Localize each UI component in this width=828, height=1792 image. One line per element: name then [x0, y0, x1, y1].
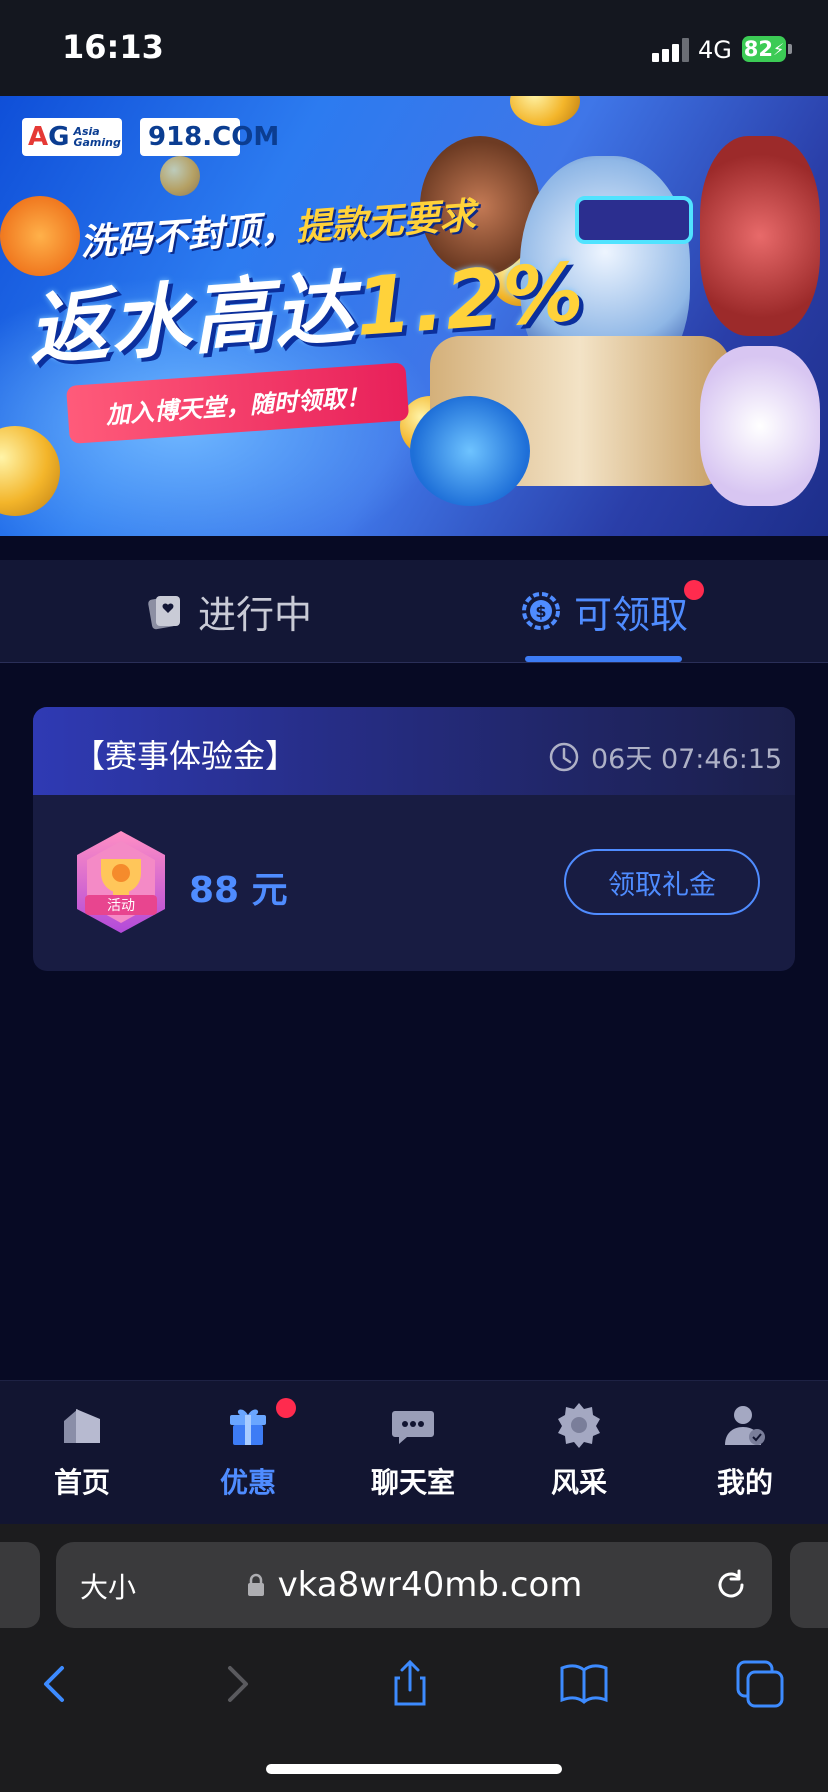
battery-level: 82 [743, 37, 773, 61]
url-display[interactable]: vka8wr40mb.com [56, 1542, 772, 1628]
address-bar[interactable]: 大小 vka8wr40mb.com [56, 1542, 772, 1628]
signal-icon [652, 38, 690, 62]
battery-cap [788, 44, 792, 54]
gift-icon [230, 1409, 266, 1445]
home-indicator [266, 1764, 562, 1774]
trophy-icon: 活动 [77, 831, 165, 933]
tab-claimable[interactable]: $ 可领取 [522, 560, 688, 662]
nav-home-label: 首页 [53, 1466, 110, 1499]
back-icon[interactable] [30, 1658, 82, 1710]
network-type: 4G [698, 36, 732, 64]
reward-amount: 88 元 [189, 870, 288, 911]
nav-promotions-label: 优惠 [219, 1466, 276, 1499]
tab-claimable-label: 可领取 [574, 592, 689, 637]
url-text: vka8wr40mb.com [277, 1565, 583, 1605]
badge-label: 活动 [107, 898, 135, 914]
ag-logo: A G Asia Gaming [22, 118, 122, 156]
dollar-chip-icon: $ [522, 592, 560, 630]
promo-banner[interactable]: A G Asia Gaming 918.COM 洗码不封顶，提款无要求 返水高达1.… [0, 96, 828, 536]
card-header: 【赛事体验金】 06天 07:46:15 [33, 707, 795, 795]
bottom-nav: 首页 优惠 聊天室 风采 我的 [0, 1380, 828, 1525]
claim-button[interactable]: 领取礼金 [564, 849, 760, 915]
bookmarks-icon[interactable] [558, 1658, 610, 1710]
battery-icon: 82 ⚡ [742, 36, 786, 62]
nav-home[interactable]: 首页 [22, 1401, 142, 1501]
promo-card: 【赛事体验金】 06天 07:46:15 活动 88 元 领取礼金 [33, 707, 795, 971]
nav-showcase[interactable]: 风采 [519, 1401, 639, 1501]
nav-chatroom-label: 聊天室 [370, 1466, 455, 1499]
reload-icon[interactable] [712, 1566, 750, 1604]
next-tab-peek[interactable] [790, 1542, 828, 1628]
active-tab-indicator [525, 656, 682, 662]
status-time: 16:13 [62, 28, 164, 66]
browser-toolbar: 大小 vka8wr40mb.com [0, 1524, 828, 1792]
nav-profile-label: 我的 [716, 1466, 773, 1499]
tabs-icon[interactable] [734, 1658, 786, 1710]
nav-showcase-label: 风采 [550, 1466, 607, 1499]
countdown-text: 06天 07:46:15 [591, 744, 783, 775]
nav-notification-dot [276, 1398, 296, 1418]
cards-icon [148, 596, 180, 630]
forward-icon[interactable] [210, 1658, 262, 1710]
clock-icon [549, 742, 579, 771]
lock-icon [247, 1573, 264, 1596]
countdown: 06天 07:46:15 [549, 737, 782, 776]
share-icon[interactable] [384, 1658, 436, 1710]
918-logo: 918.COM [140, 118, 279, 156]
nav-profile[interactable]: 我的 [685, 1401, 805, 1501]
home-icon [64, 1409, 100, 1443]
svg-text:$: $ [535, 602, 546, 621]
badge-icon [558, 1403, 600, 1448]
user-icon [725, 1406, 765, 1445]
tab-ongoing-label: 进行中 [198, 592, 313, 637]
card-title: 【赛事体验金】 [73, 737, 298, 775]
status-bar: 16:13 4G 82 ⚡ [0, 0, 828, 96]
tab-notification-dot [684, 580, 704, 600]
promo-tabs: 进行中 $ 可领取 [0, 560, 828, 663]
chat-icon [392, 1411, 434, 1444]
tab-ongoing[interactable]: 进行中 [146, 560, 312, 662]
nav-chatroom[interactable]: 聊天室 [353, 1401, 473, 1501]
previous-tab-peek[interactable] [0, 1542, 40, 1628]
